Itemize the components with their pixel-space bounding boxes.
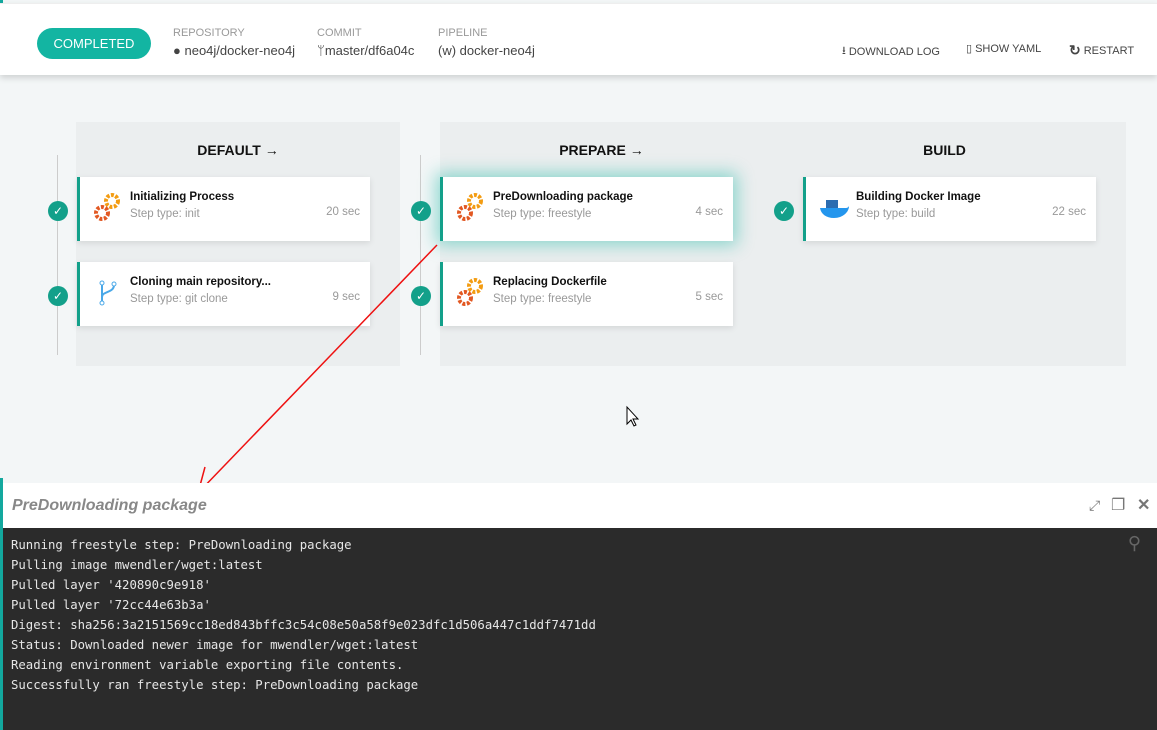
mouse-cursor — [627, 407, 638, 426]
log-line: Pulled layer '420890c9e918' — [11, 575, 1149, 595]
log-panel-header: PreDownloading package ⤢ ❐ ✕ — [3, 483, 1157, 528]
red-arrow-annotation — [198, 245, 437, 493]
search-icon[interactable]: ⚲ — [1128, 534, 1141, 554]
log-title: PreDownloading package — [12, 497, 207, 515]
log-line: Pulling image mwendler/wget:latest — [11, 555, 1149, 575]
log-line: Running freestyle step: PreDownloading p… — [11, 535, 1149, 555]
expand-icon[interactable]: ⤢ — [1089, 497, 1100, 514]
log-line: Reading environment variable exporting f… — [11, 655, 1149, 675]
close-icon[interactable]: ✕ — [1137, 495, 1150, 515]
log-output: ⚲ Running freestyle step: PreDownloading… — [3, 528, 1157, 730]
log-line: Pulled layer '72cc44e63b3a' — [11, 595, 1149, 615]
copy-icon[interactable]: ❐ — [1111, 495, 1125, 515]
log-line: Status: Downloaded newer image for mwend… — [11, 635, 1149, 655]
log-line: Digest: sha256:3a2151569cc18ed843bffc3c5… — [11, 615, 1149, 635]
log-line: Successfully ran freestyle step: PreDown… — [11, 675, 1149, 695]
